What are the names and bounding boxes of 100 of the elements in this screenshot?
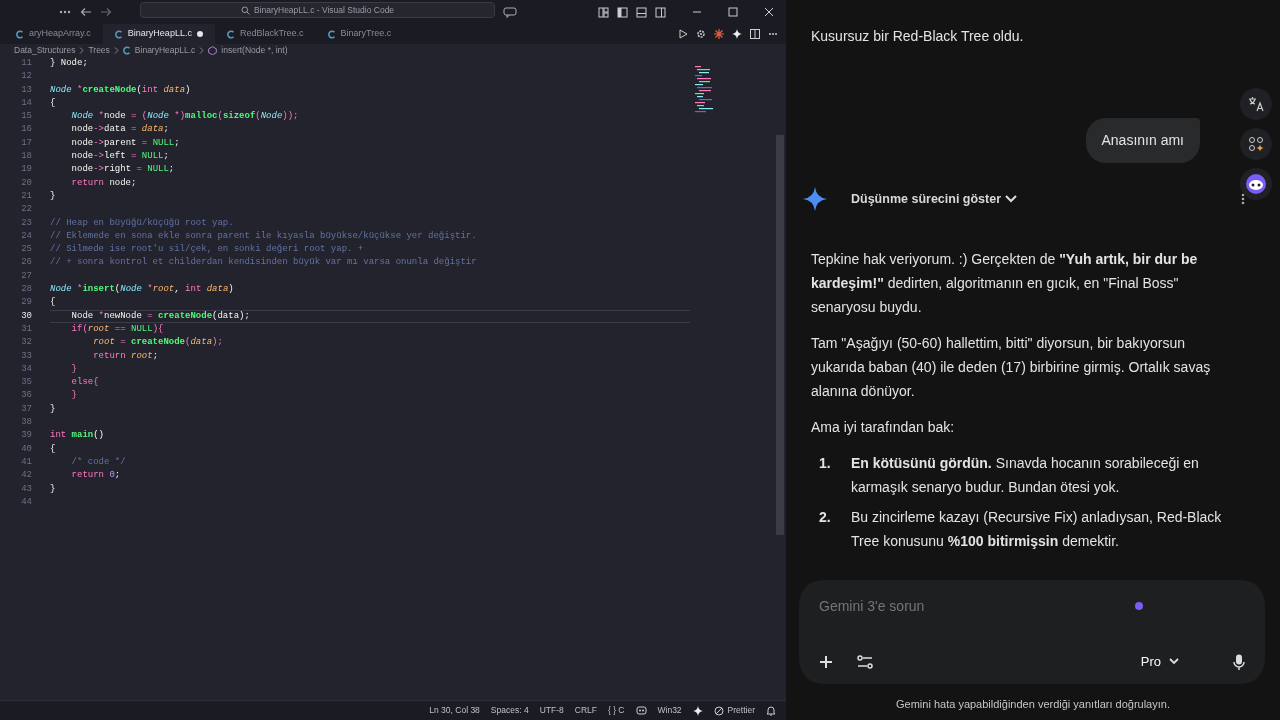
user-message-bubble: Anasının amı bbox=[1085, 118, 1200, 163]
chat-message: Kusursuz bir Red-Black Tree oldu. bbox=[811, 27, 1025, 46]
line-number: 19 bbox=[20, 163, 32, 177]
prompt-input[interactable]: Gemini 3'e sorun bbox=[819, 595, 1119, 617]
panel-toggle-icon[interactable] bbox=[636, 6, 647, 18]
code-line: node->left = NULL; bbox=[70, 150, 169, 164]
line-number: 15 bbox=[20, 110, 32, 124]
chat-paragraph: Tepkine hak veriyorum. :) Gerçekten de "Yuh artık, bir dur be kardeşim!" dedirten, algoritmanın en gıcık, en "Final Boss" senaryosu buydu. bbox=[811, 250, 1199, 317]
c-file-icon bbox=[226, 29, 235, 39]
scrollbar-thumb[interactable] bbox=[776, 135, 784, 535]
status-item[interactable]: Ln 30, Col 38 bbox=[429, 704, 480, 717]
code-line: } bbox=[50, 189, 56, 203]
code-line: } bbox=[50, 482, 56, 496]
forward-arrow-icon[interactable] bbox=[100, 7, 112, 17]
code-line: if(root == NULL){ bbox=[70, 322, 164, 336]
blocked-icon bbox=[713, 705, 724, 716]
breadcrumb-item[interactable]: insert(Node *, int) bbox=[221, 44, 288, 57]
gear-icon[interactable] bbox=[696, 29, 706, 39]
list-number: 1. bbox=[819, 454, 832, 473]
chat-icon[interactable] bbox=[503, 6, 517, 18]
split-editor-icon[interactable] bbox=[750, 29, 760, 39]
c-file-icon bbox=[327, 29, 336, 39]
line-number: 32 bbox=[20, 336, 32, 350]
code-line: // + sonra kontrol et childerdan kendisinden büyük var mı varsa onunla değiştir bbox=[50, 256, 477, 270]
line-number: 17 bbox=[20, 136, 32, 150]
line-number: 31 bbox=[20, 322, 32, 336]
status-item[interactable]: Spaces: 4 bbox=[490, 704, 529, 717]
code-line: { bbox=[50, 96, 56, 110]
line-number: 42 bbox=[20, 469, 32, 483]
line-number: 14 bbox=[20, 96, 32, 110]
file-tab[interactable]: aryHeapArray.c bbox=[0, 24, 103, 44]
code-line: } bbox=[70, 389, 77, 403]
chat-paragraph: Tam "Aşağıyı (50-60) hallettim, bitti" diyorsun, bir bakıyorsun yukarıda baban (40) ile deden (17) birbirine girmiş. Ortalık savaş alanına dönüyor. bbox=[811, 334, 1212, 401]
file-tab[interactable]: BinaryHeapLL.c bbox=[102, 24, 215, 44]
chevron-down-icon bbox=[1004, 195, 1017, 204]
bell-icon[interactable] bbox=[766, 705, 776, 716]
line-number: 35 bbox=[20, 376, 32, 390]
line-number: 12 bbox=[20, 70, 32, 84]
plus-icon[interactable] bbox=[819, 654, 833, 669]
line-number: 37 bbox=[20, 402, 32, 416]
tune-icon[interactable] bbox=[857, 654, 873, 669]
line-number: 38 bbox=[20, 416, 32, 429]
sparkle-icon bbox=[803, 187, 827, 211]
run-icon[interactable] bbox=[678, 29, 688, 39]
show-thinking-toggle[interactable]: Düşünme sürecini göster bbox=[851, 189, 1017, 209]
layout-icon[interactable] bbox=[598, 6, 609, 18]
list-item-text: Bu zincirleme kazayı (Recursive Fix) anladıysan, Red-Black Tree konusunu %100 bitirmişsin demektir. bbox=[851, 508, 1223, 551]
code-line: Node *newNode = createNode(data); bbox=[50, 309, 690, 323]
line-number: 27 bbox=[20, 269, 32, 283]
apps-button[interactable] bbox=[1240, 128, 1272, 160]
line-number: 39 bbox=[20, 429, 32, 443]
line-number: 18 bbox=[20, 150, 32, 164]
file-tab[interactable]: RedBlackTree.c bbox=[214, 24, 316, 44]
robot-icon[interactable] bbox=[635, 705, 647, 716]
code-line: Node *node = (Node *)malloc(sizeof(Node)); bbox=[70, 110, 299, 124]
code-line: { bbox=[50, 442, 56, 456]
sidebar-toggle-icon[interactable] bbox=[617, 6, 628, 18]
title-search-bar[interactable]: BinaryHeapLL.c - Visual Studio Code bbox=[140, 2, 495, 18]
line-number: 25 bbox=[20, 243, 32, 257]
back-arrow-icon[interactable] bbox=[80, 7, 92, 17]
code-line: { bbox=[50, 296, 56, 310]
status-item[interactable]: Win32 bbox=[657, 704, 682, 717]
maximize-icon[interactable] bbox=[728, 7, 738, 17]
translate-button[interactable] bbox=[1240, 88, 1272, 120]
status-item[interactable]: UTF-8 bbox=[539, 704, 564, 717]
code-line: } bbox=[50, 402, 56, 416]
line-number: 41 bbox=[20, 455, 32, 469]
code-line: else{ bbox=[70, 376, 99, 390]
chat-paragraph: Ama iyi tarafından bak: bbox=[811, 418, 956, 437]
sparkle-icon[interactable] bbox=[692, 705, 703, 716]
code-line: return root; bbox=[92, 349, 159, 363]
line-number: 20 bbox=[20, 176, 32, 190]
sparkle-icon[interactable] bbox=[732, 29, 742, 39]
breadcrumb-item[interactable]: BinaryHeapLL.c bbox=[134, 44, 196, 57]
breadcrumb-item[interactable]: Trees bbox=[88, 44, 110, 57]
assistant-button[interactable] bbox=[1240, 168, 1272, 200]
list-number: 2. bbox=[819, 508, 832, 527]
code-line: // Eklemede en sona ekle sonra parent ile kıyasla büyükse/küçükse yer değiştir. bbox=[50, 229, 477, 243]
apps-icon bbox=[1248, 136, 1264, 152]
model-picker[interactable]: Pro bbox=[1140, 652, 1179, 672]
code-line: // Silmede ise root'u sil/çek, en sonki değeri root yap. + bbox=[50, 243, 364, 257]
more-vertical-icon[interactable] bbox=[1241, 193, 1245, 205]
burst-icon[interactable] bbox=[714, 29, 724, 39]
line-number: 44 bbox=[20, 495, 32, 509]
line-number: 28 bbox=[20, 283, 32, 297]
secondary-sidebar-icon[interactable] bbox=[655, 6, 666, 18]
code-line: node->parent = NULL; bbox=[70, 136, 180, 150]
translate-icon bbox=[1248, 96, 1264, 112]
code-line: node->right = NULL; bbox=[70, 163, 175, 177]
window-title: BinaryHeapLL.c - Visual Studio Code bbox=[253, 3, 395, 17]
status-item[interactable]: CRLF bbox=[574, 704, 597, 717]
close-icon[interactable] bbox=[764, 7, 774, 17]
prettier-status[interactable]: Prettier bbox=[713, 704, 755, 717]
microphone-icon[interactable] bbox=[1233, 653, 1245, 670]
file-tab[interactable]: BinaryTree.c bbox=[315, 24, 404, 44]
status-dot-icon bbox=[1135, 602, 1143, 610]
breadcrumb-item[interactable]: Data_Structures bbox=[14, 44, 76, 57]
code-line: } Node; bbox=[50, 57, 88, 70]
status-item[interactable]: { } C bbox=[607, 704, 625, 717]
code-line: int main() bbox=[50, 429, 105, 443]
